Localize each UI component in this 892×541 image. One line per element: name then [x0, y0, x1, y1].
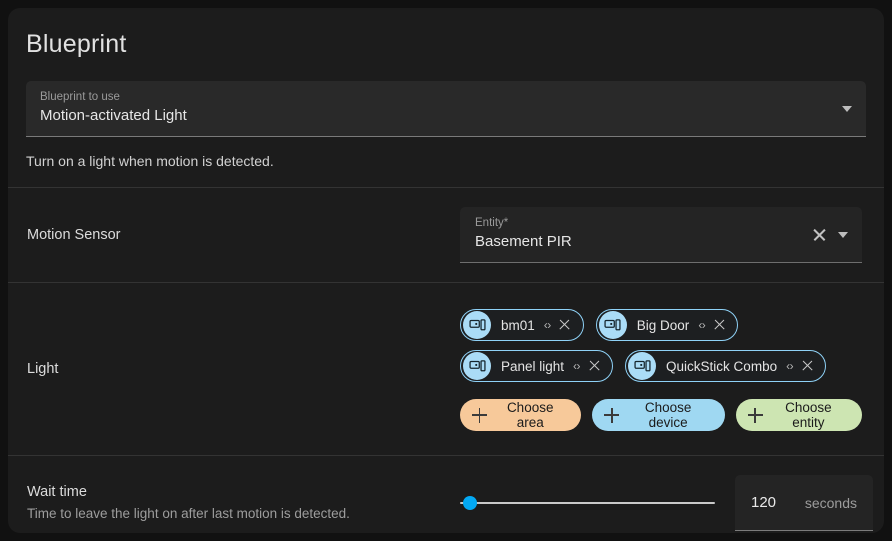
- blueprint-select[interactable]: Blueprint to use Motion-activated Light: [26, 81, 866, 137]
- target-chip-label: bm01: [501, 317, 535, 333]
- target-chip-label: QuickStick Combo: [666, 358, 778, 374]
- row-wait-time-label: Wait time: [27, 484, 87, 500]
- blueprint-select-value: Motion-activated Light: [40, 107, 187, 124]
- blueprint-card: Blueprint Blueprint to use Motion-activa…: [8, 8, 884, 533]
- close-icon[interactable]: [558, 318, 572, 332]
- wait-time-number-suffix: seconds: [804, 494, 857, 511]
- code-brackets-icon[interactable]: ‹›: [698, 318, 706, 332]
- row-light-label-col: Light: [8, 359, 460, 379]
- row-motion-sensor-label-col: Motion Sensor: [8, 225, 460, 245]
- target-chip[interactable]: bm01 ‹›: [460, 309, 584, 341]
- row-motion-sensor-control-col: Entity* Basement PIR: [460, 207, 884, 263]
- close-icon[interactable]: [810, 226, 828, 244]
- devices-icon: [463, 352, 491, 380]
- plus-icon: [747, 407, 763, 423]
- row-wait-time-control-col: 120 seconds: [460, 475, 884, 531]
- row-wait-time: Wait time Time to leave the light on aft…: [8, 456, 884, 533]
- page-title: Blueprint: [26, 30, 127, 58]
- blueprint-select-label: Blueprint to use: [40, 91, 120, 103]
- plus-icon: [604, 407, 620, 423]
- row-motion-sensor: Motion Sensor Entity* Basement PIR: [8, 188, 884, 282]
- chevron-down-icon[interactable]: [842, 105, 852, 112]
- entity-picker-label: Entity*: [475, 217, 509, 229]
- choose-button-entity[interactable]: Choose entity: [735, 399, 862, 431]
- blueprint-description: Turn on a light when motion is detected.: [26, 153, 274, 169]
- row-light: Light bm01 ‹› Big Door ‹› Panel light ‹› Quick…: [8, 283, 884, 455]
- slider-track: [460, 502, 715, 504]
- wait-time-number-value: 120: [751, 494, 777, 511]
- entity-picker-input[interactable]: Entity* Basement PIR: [460, 207, 862, 263]
- devices-icon: [463, 311, 491, 339]
- close-icon[interactable]: [587, 359, 601, 373]
- code-brackets-icon[interactable]: ‹›: [786, 359, 794, 373]
- blueprint-picker-wrapper: Blueprint to use Motion-activated Light: [8, 59, 884, 137]
- devices-icon: [628, 352, 657, 380]
- entity-picker-icons: [810, 207, 850, 263]
- row-motion-sensor-label: Motion Sensor: [27, 227, 121, 243]
- choose-button-area[interactable]: Choose area: [460, 399, 582, 431]
- slider-thumb[interactable]: [463, 496, 478, 510]
- row-wait-time-description: Time to leave the light on after last mo…: [27, 506, 350, 521]
- row-light-label: Light: [27, 361, 59, 377]
- wait-time-controls: 120 seconds: [460, 475, 873, 531]
- row-light-control-col: bm01 ‹› Big Door ‹› Panel light ‹› QuickStick …: [460, 307, 884, 431]
- close-icon[interactable]: [800, 359, 814, 373]
- choose-button-label: Choose device: [644, 400, 692, 430]
- choose-button-label: Choose entity: [785, 400, 832, 430]
- chevron-down-icon[interactable]: [838, 229, 850, 241]
- devices-icon: [598, 311, 627, 339]
- target-chip-label: Panel light: [501, 358, 565, 374]
- choose-buttons-row: Choose area Choose device Choose entity: [460, 399, 862, 431]
- wait-time-slider[interactable]: [460, 491, 715, 515]
- target-chip[interactable]: QuickStick Combo ‹›: [625, 350, 827, 382]
- target-chip[interactable]: Big Door ‹›: [595, 309, 739, 341]
- target-chips-list: bm01 ‹› Big Door ‹› Panel light ‹› QuickStick …: [460, 307, 862, 382]
- blueprint-header-section: Blueprint Blueprint to use Motion-activa…: [8, 8, 884, 187]
- choose-button-label: Choose area: [506, 400, 554, 430]
- wait-time-number-input[interactable]: 120 seconds: [735, 475, 873, 531]
- code-brackets-icon[interactable]: ‹›: [544, 318, 552, 332]
- entity-picker-value: Basement PIR: [475, 233, 572, 250]
- target-chip-label: Big Door: [636, 317, 690, 333]
- row-wait-time-label-col: Wait time Time to leave the light on aft…: [8, 482, 460, 524]
- choose-button-device[interactable]: Choose device: [592, 399, 725, 431]
- plus-icon: [472, 407, 487, 423]
- target-chip[interactable]: Panel light ‹›: [460, 350, 614, 382]
- code-brackets-icon[interactable]: ‹›: [573, 359, 581, 373]
- close-icon[interactable]: [712, 318, 726, 332]
